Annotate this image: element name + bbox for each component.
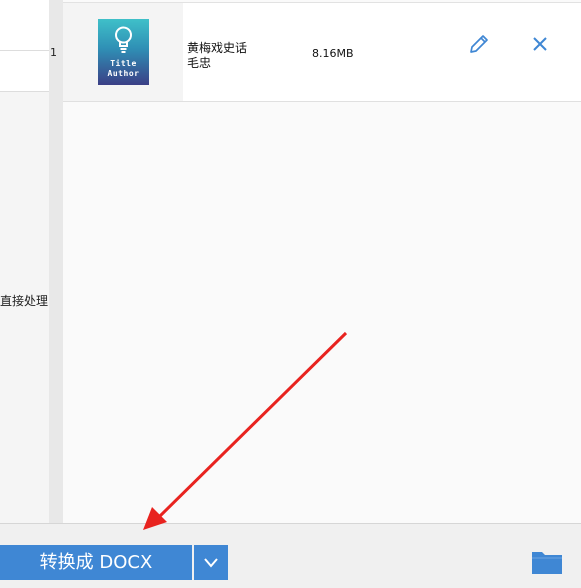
- convert-button[interactable]: 转换成 DOCX: [0, 545, 192, 580]
- left-panel-divider: [0, 91, 49, 92]
- chevron-down-icon: [204, 558, 218, 568]
- folder-icon: [532, 552, 562, 574]
- pencil-icon: [470, 35, 488, 53]
- row-index: 1: [50, 46, 57, 59]
- file-size: 8.16MB: [312, 47, 354, 60]
- lightbulb-icon: [115, 26, 132, 53]
- cover-cell: Title Author: [63, 3, 183, 101]
- edit-button[interactable]: [467, 32, 491, 56]
- cover-author: Author: [107, 69, 140, 78]
- cover-title: Title: [110, 59, 137, 68]
- file-row[interactable]: Title Author 黄梅戏史话 毛忠 8.16MB: [63, 3, 581, 102]
- left-panel-header: [0, 0, 49, 91]
- remove-button[interactable]: [529, 33, 551, 55]
- format-dropdown-button[interactable]: [194, 545, 228, 580]
- close-icon: [533, 37, 547, 51]
- open-folder-button[interactable]: [531, 549, 563, 575]
- book-author: 毛忠: [187, 56, 212, 70]
- direct-process-label: 直接处理: [0, 294, 49, 308]
- scroll-strip[interactable]: [49, 0, 63, 523]
- left-panel-divider: [0, 50, 49, 51]
- book-cover: Title Author: [98, 19, 149, 85]
